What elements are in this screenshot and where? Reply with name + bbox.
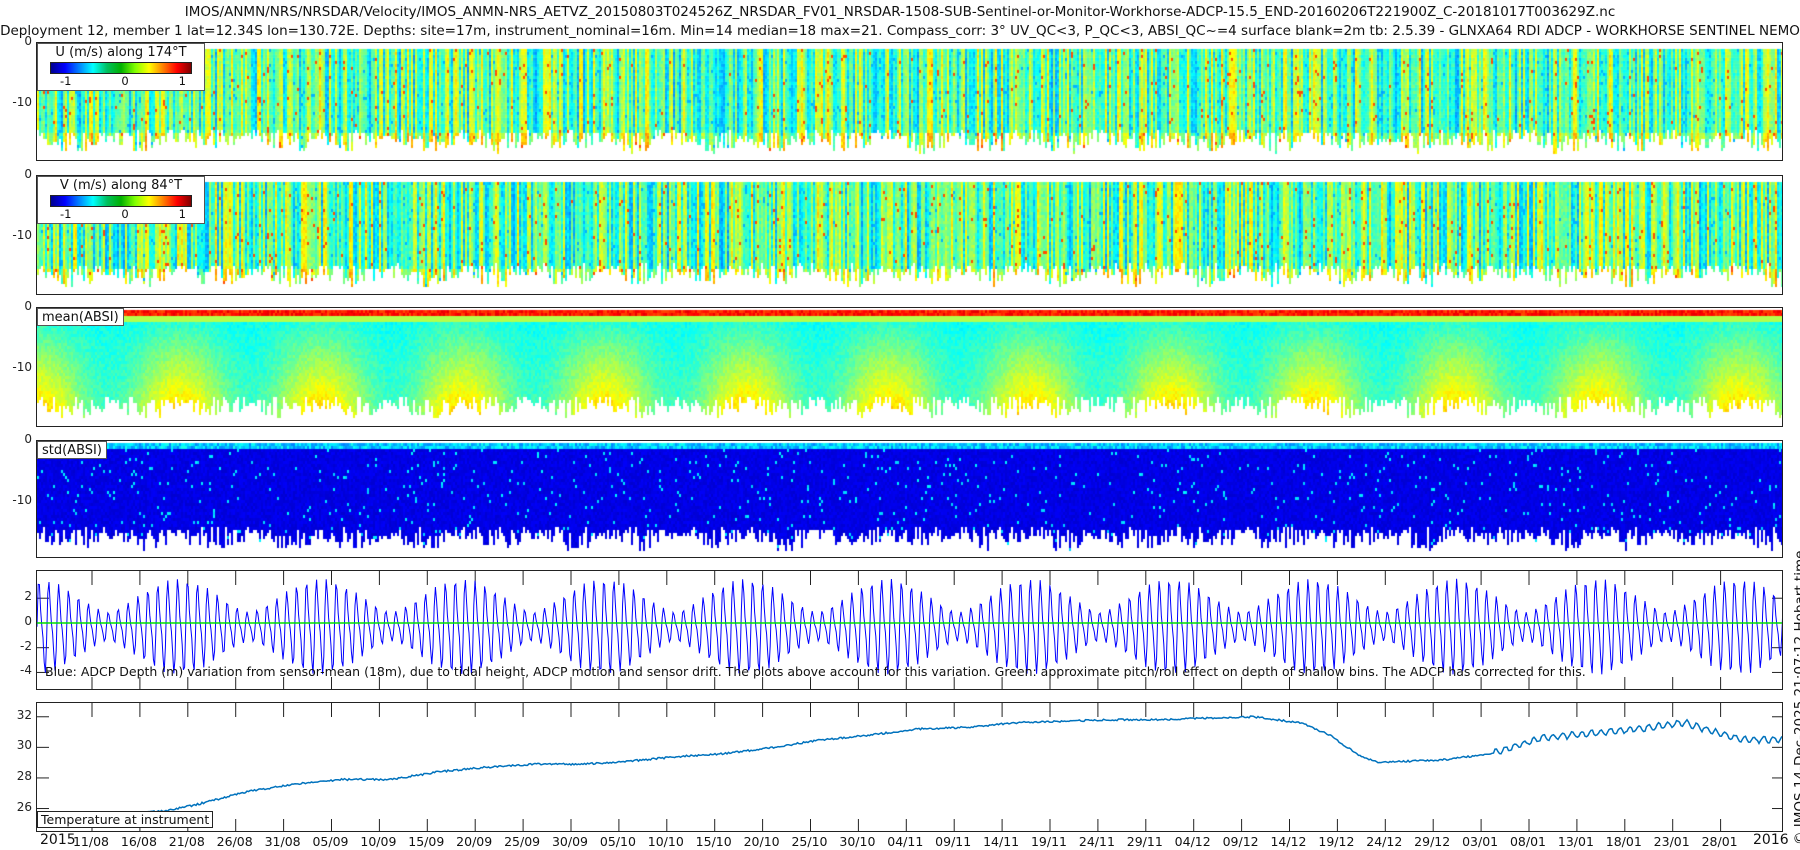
colorbar-tick: -1 [60,74,71,88]
temperature-annotation: Temperature at instrument [37,811,213,828]
x-tick-label: 03/01 [1462,834,1498,849]
legend-box: mean(ABSI) [37,308,124,326]
x-tick-label: 30/09 [552,834,588,849]
x-tick-label: 20/09 [456,834,492,849]
v-velocity-panel: V (m/s) along 84°T -1 0 1 [36,175,1783,295]
y-tick-label: 26 [2,800,32,814]
x-tick-label: 16/08 [121,834,157,849]
x-tick-label: 10/10 [648,834,684,849]
mean-absi-panel: mean(ABSI) [36,307,1783,427]
x-tick-label: 05/09 [312,834,348,849]
x-tick-label: 21/08 [169,834,205,849]
x-tick-label: 31/08 [265,834,301,849]
x-tick-label: 11/08 [73,834,109,849]
x-tick-label: 24/11 [1079,834,1115,849]
x-tick-label: 20/10 [744,834,780,849]
legend-title: V (m/s) along 84°T [38,177,204,193]
x-tick-label: 13/01 [1558,834,1594,849]
x-tick-label: 28/01 [1702,834,1738,849]
x-tick-label: 18/01 [1606,834,1642,849]
legend-title: mean(ABSI) [38,309,123,325]
x-tick-label: 10/09 [360,834,396,849]
heatmap-canvas [37,308,1783,427]
figure-subtitle: Deployment 12, member 1 lat=12.34S lon=1… [0,23,1800,39]
x-tick-label: 05/10 [600,834,636,849]
y-tick-label: 0 [2,432,32,446]
y-tick-label: 30 [2,738,32,752]
legend-box: std(ABSI) [37,441,107,459]
figure-title: IMOS/ANMN/NRS/NRSDAR/Velocity/IMOS_ANMN-… [0,4,1800,20]
x-tick-label: 14/11 [983,834,1019,849]
colorbar-tick: -1 [60,207,71,221]
y-tick-label: -10 [2,228,32,242]
std-absi-panel: std(ABSI) [36,440,1783,558]
y-tick-label: -2 [2,639,32,653]
legend-title: U (m/s) along 174°T [38,44,204,60]
x-tick-label: 23/01 [1654,834,1690,849]
line-plot [37,703,1783,832]
y-tick-label: 2 [2,589,32,603]
legend-box: V (m/s) along 84°T -1 0 1 [37,176,205,224]
u-velocity-panel: U (m/s) along 174°T -1 0 1 [36,42,1783,161]
colorbar-tick: 0 [121,207,128,221]
heatmap-canvas [37,441,1783,558]
depth-variation-panel: Blue: ADCP Depth (m) variation from sens… [36,570,1783,690]
x-tick-label: 25/09 [504,834,540,849]
y-tick-label: 0 [2,299,32,313]
y-tick-label: -4 [2,663,32,677]
x-tick-label: 14/12 [1270,834,1306,849]
year-end-label: 2016 [1753,832,1789,848]
copyright-timestamp: © IMOS 14-Dec-2025 21:07:12 Hobart time [1792,551,1800,845]
colorbar-tick: 0 [121,74,128,88]
x-tick-label: 26/08 [217,834,253,849]
legend-title: std(ABSI) [38,442,106,458]
x-tick-label: 19/11 [1031,834,1067,849]
y-tick-label: 32 [2,708,32,722]
x-tick-label: 15/09 [408,834,444,849]
y-tick-label: 0 [2,167,32,181]
legend-box: U (m/s) along 174°T -1 0 1 [37,43,205,91]
year-start-label: 2015 [40,832,76,848]
y-tick-label: -10 [2,360,32,374]
x-tick-label: 15/10 [696,834,732,849]
temperature-line [37,716,1783,818]
y-tick-label: 0 [2,614,32,628]
x-tick-label: 30/10 [839,834,875,849]
x-tick-label: 19/12 [1318,834,1354,849]
temperature-panel: Temperature at instrument [36,702,1783,832]
y-tick-label: 28 [2,769,32,783]
x-tick-label: 09/12 [1223,834,1259,849]
depth-variation-line [37,579,1783,675]
heatmap-canvas [37,176,1783,295]
y-tick-label: -10 [2,493,32,507]
y-tick-label: 0 [2,34,32,48]
x-tick-label: 08/01 [1510,834,1546,849]
colorbar [50,62,192,74]
x-tick-label: 29/12 [1414,834,1450,849]
depth-annotation: Blue: ADCP Depth (m) variation from sens… [45,664,1586,679]
colorbar-tick: 1 [179,207,186,221]
x-tick-label: 09/11 [935,834,971,849]
x-tick-label: 29/11 [1127,834,1163,849]
colorbar [50,195,192,207]
x-tick-label: 24/12 [1366,834,1402,849]
x-tick-label: 25/10 [791,834,827,849]
heatmap-canvas [37,43,1783,161]
y-tick-label: -10 [2,95,32,109]
x-tick-label: 04/11 [887,834,923,849]
x-tick-label: 04/12 [1175,834,1211,849]
colorbar-tick: 1 [179,74,186,88]
